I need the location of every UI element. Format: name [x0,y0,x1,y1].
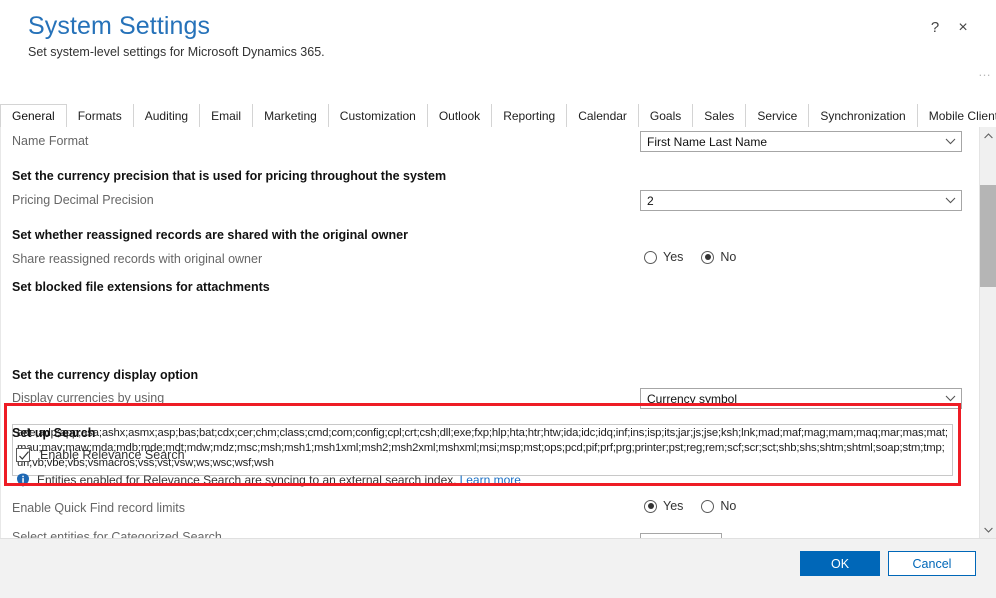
tab-calendar[interactable]: Calendar [567,104,639,127]
radio-dot-icon [644,250,657,264]
tab-synchronization[interactable]: Synchronization [809,104,918,127]
tab-outlook[interactable]: Outlook [427,104,493,127]
tab-sales[interactable]: Sales [693,104,747,127]
tab-label: Auditing [144,108,189,123]
share-reassigned-yes-label: Yes [663,250,684,264]
settings-scroll-area: Name Format First Name Last Name Set the… [0,127,996,538]
tab-goals[interactable]: Goals [638,104,694,127]
tab-label: General [12,109,55,123]
share-reassigned-records-label: Share reassigned records with original o… [12,252,263,266]
reassigned-records-heading: Set whether reassigned records are share… [12,228,408,242]
pricing-decimal-precision-label: Pricing Decimal Precision [12,193,154,207]
scrollbar-thumb[interactable] [980,185,996,287]
tab-strip: General Formats Auditing Email Marketing Cust… [0,104,996,128]
tab-label: Email [211,108,242,123]
dialog-footer: OK Cancel [0,538,996,598]
vertical-scrollbar[interactable] [979,127,996,538]
relevance-search-info-text: Entities enabled for Relevance Search ar… [37,473,457,487]
tab-label: Calendar [578,108,627,123]
tab-label: Outlook [438,108,481,123]
tab-label: Customization [339,108,416,123]
radio-dot-icon [644,499,657,513]
overflow-ellipsis-icon[interactable]: … [978,65,992,78]
page-title: System Settings [28,12,211,40]
scroll-down-arrow-icon[interactable] [980,521,996,538]
tab-formats[interactable]: Formats [66,104,134,127]
tab-customization[interactable]: Customization [328,104,428,127]
ok-button[interactable]: OK [800,551,880,576]
quick-find-no-label: No [720,499,737,513]
cancel-button[interactable]: Cancel [888,551,976,576]
relevance-search-info-row: Entities enabled for Relevance Search ar… [16,473,521,487]
quick-find-yes-label: Yes [663,499,684,513]
chevron-down-icon [939,138,961,145]
dialog-header: System Settings Set system-level setting… [0,0,996,103]
name-format-dropdown[interactable]: First Name Last Name [640,131,962,152]
close-icon[interactable]: × [952,17,974,39]
share-reassigned-records-radio-group: Yes No [644,250,754,264]
tab-general[interactable]: General [0,104,67,128]
enable-quick-find-label: Enable Quick Find record limits [12,501,185,515]
pricing-decimal-precision-value: 2 [647,193,654,208]
display-currencies-label: Display currencies by using [12,391,165,405]
checkbox-checked-icon [16,448,30,462]
share-reassigned-no-label: No [720,250,737,264]
enable-relevance-search-checkbox-row[interactable]: Enable Relevance Search [16,448,185,462]
tab-mobile-client[interactable]: Mobile Client [917,104,996,127]
tab-label: Synchronization [820,108,906,123]
tab-label: Marketing [264,108,317,123]
scroll-up-arrow-icon[interactable] [980,127,996,144]
page-subtitle: Set system-level settings for Microsoft … [28,45,325,59]
share-reassigned-yes-radio[interactable]: Yes [644,250,683,264]
tab-label: Mobile Client [928,108,996,123]
tab-reporting[interactable]: Reporting [492,104,568,127]
display-currencies-value: Currency symbol [647,391,738,406]
quick-find-yes-radio[interactable]: Yes [644,499,683,513]
tab-label: Sales [704,108,735,123]
info-icon [16,473,30,487]
name-format-label: Name Format [12,134,89,148]
currency-display-heading: Set the currency display option [12,368,199,382]
name-format-value: First Name Last Name [647,134,768,149]
tab-label: Service [757,108,798,123]
tab-label: Formats [77,108,122,123]
quick-find-radio-group: Yes No [644,499,754,513]
chevron-down-icon [939,395,961,402]
tab-service[interactable]: Service [746,104,810,127]
tab-label: Goals [649,108,682,123]
general-settings-content: Name Format First Name Last Name Set the… [0,127,965,538]
categorized-search-label: Select entities for Categorized Search [12,530,222,538]
display-currencies-dropdown[interactable]: Currency symbol [640,388,962,409]
tab-label: Reporting [503,108,556,123]
help-icon[interactable]: ? [924,17,946,39]
radio-dot-icon [701,250,715,264]
blocked-extensions-heading: Set blocked file extensions for attachme… [12,280,270,294]
quick-find-no-radio[interactable]: No [701,499,736,513]
learn-more-link[interactable]: Learn more [460,473,521,487]
pricing-decimal-precision-dropdown[interactable]: 2 [640,190,962,211]
share-reassigned-no-radio[interactable]: No [701,250,736,264]
tab-email[interactable]: Email [200,104,254,127]
currency-precision-heading: Set the currency precision that is used … [12,169,447,183]
content-left-edge [0,127,1,538]
chevron-down-icon [939,197,961,204]
enable-relevance-search-label: Enable Relevance Search [40,448,185,462]
radio-dot-icon [701,499,715,513]
system-settings-dialog: System Settings Set system-level setting… [0,0,996,598]
setup-search-heading: Set up Search [12,426,96,440]
tab-auditing[interactable]: Auditing [133,104,201,127]
tab-marketing[interactable]: Marketing [253,104,329,127]
